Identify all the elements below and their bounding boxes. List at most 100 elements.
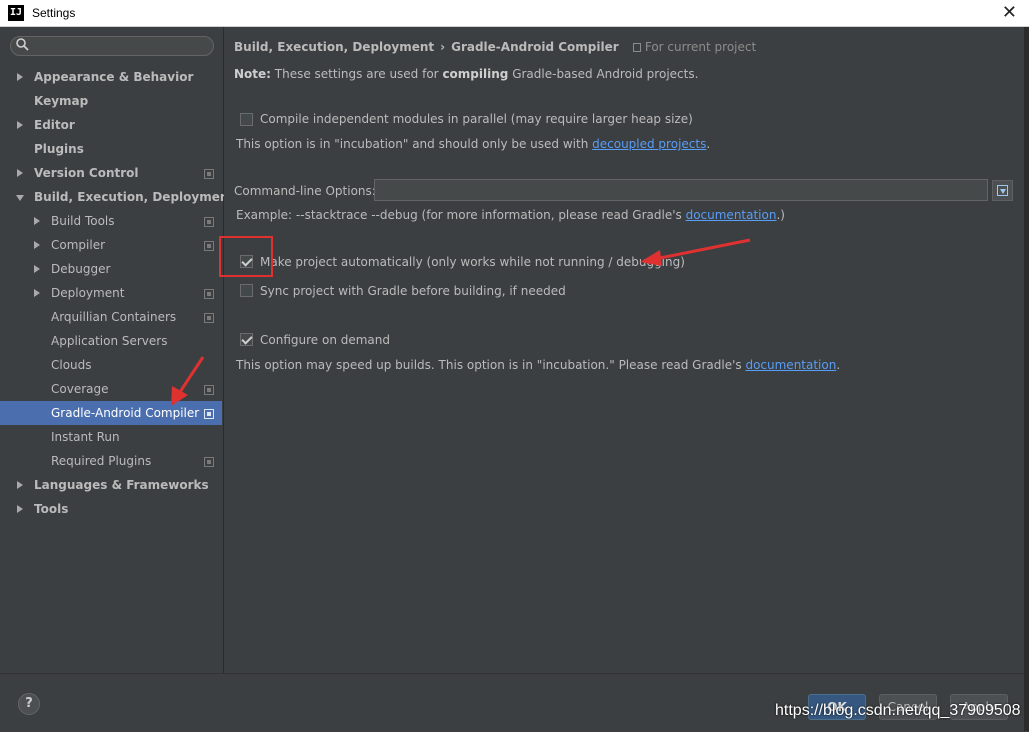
- sidebar-item-label: Deployment: [51, 286, 125, 300]
- parallel-hint: This option is in "incubation" and shoul…: [236, 137, 710, 151]
- parallel-label[interactable]: Compile independent modules in parallel …: [260, 112, 693, 126]
- sidebar-item-coverage[interactable]: Coverage: [0, 377, 222, 401]
- sync-checkbox[interactable]: [240, 284, 253, 297]
- sidebar-item-clouds[interactable]: Clouds: [0, 353, 222, 377]
- chevron-right-icon[interactable]: [34, 217, 40, 225]
- intellij-icon: IJ: [8, 5, 24, 21]
- project-scope-icon: [204, 217, 214, 227]
- project-scope-icon: [632, 43, 641, 52]
- parallel-hint-text: .: [706, 137, 711, 151]
- sidebar-item-label: Plugins: [34, 142, 84, 156]
- parallel-hint-text: This option is in "incubation" and shoul…: [236, 137, 593, 151]
- sidebar-item-label: Appearance & Behavior: [34, 70, 194, 84]
- dialog-footer: ? OK Cancel Apply https://blog.csdn.net/…: [0, 673, 1024, 732]
- search-input[interactable]: [10, 36, 214, 56]
- sidebar-item-required-plugins[interactable]: Required Plugins: [0, 449, 222, 473]
- note-text-part: Gradle-based Android projects.: [508, 67, 699, 81]
- sidebar-item-compiler[interactable]: Compiler: [0, 233, 222, 257]
- chevron-right-icon[interactable]: [34, 265, 40, 273]
- configure-label[interactable]: Configure on demand: [260, 333, 390, 347]
- watermark: https://blog.csdn.net/qq_37909508: [775, 702, 1021, 719]
- note-bold: compiling: [442, 67, 509, 81]
- sidebar-item-deployment[interactable]: Deployment: [0, 281, 222, 305]
- chevron-right-icon[interactable]: [17, 505, 23, 513]
- project-scope-icon: [204, 289, 214, 299]
- scope-label: For current project: [644, 40, 757, 54]
- cmdline-input[interactable]: [374, 179, 988, 201]
- sidebar-item-label: Instant Run: [51, 430, 120, 444]
- sidebar-item-label: Compiler: [51, 238, 106, 252]
- sidebar-item-label: Build, Execution, Deployment: [34, 190, 235, 204]
- sidebar-item-appearance-behavior[interactable]: Appearance & Behavior: [0, 65, 222, 89]
- cmdline-example-text: Example: --stacktrace --debug (for more …: [236, 208, 686, 222]
- breadcrumb-current: Gradle-Android Compiler: [451, 40, 619, 54]
- breadcrumb-parent: Build, Execution, Deployment: [234, 40, 435, 54]
- search-icon: [16, 38, 29, 51]
- background-window-edge: [1024, 27, 1029, 731]
- sidebar-item-build-execution-deployment[interactable]: Build, Execution, Deployment: [0, 185, 234, 209]
- note-text: Note: These settings are used for compil…: [234, 67, 698, 81]
- documentation-link-2[interactable]: documentation: [745, 358, 836, 372]
- chevron-right-icon[interactable]: [34, 289, 40, 297]
- sidebar-item-tools[interactable]: Tools: [0, 497, 222, 521]
- sidebar-item-instant-run[interactable]: Instant Run: [0, 425, 222, 449]
- note-text-part: These settings are used for: [270, 67, 443, 81]
- project-scope-icon: [204, 313, 214, 323]
- title-bar: IJ Settings ✕: [0, 0, 1029, 27]
- settings-content: Build, Execution, Deployment › Gradle-Andr…: [224, 27, 1024, 673]
- chevron-right-icon[interactable]: [17, 481, 23, 489]
- sidebar-item-label: Version Control: [34, 166, 139, 180]
- sidebar-item-build-tools[interactable]: Build Tools: [0, 209, 222, 233]
- chevron-right-icon[interactable]: [17, 121, 23, 129]
- documentation-link[interactable]: documentation: [686, 208, 777, 222]
- chevron-down-icon[interactable]: [16, 195, 24, 201]
- project-scope-icon: [204, 385, 214, 395]
- sidebar-item-label: Clouds: [51, 358, 92, 372]
- sidebar-item-application-servers[interactable]: Application Servers: [0, 329, 222, 353]
- sidebar-item-label: Required Plugins: [51, 454, 152, 468]
- configure-hint: This option may speed up builds. This op…: [236, 358, 840, 372]
- project-scope-icon: [204, 241, 214, 251]
- sidebar-item-label: Languages & Frameworks: [34, 478, 209, 492]
- highlight-box: [219, 236, 273, 277]
- sidebar-item-version-control[interactable]: Version Control: [0, 161, 222, 185]
- project-scope-icon: [204, 457, 214, 467]
- scope-indicator: For current project: [632, 40, 757, 54]
- sync-label[interactable]: Sync project with Gradle before building…: [260, 284, 566, 298]
- sidebar-item-keymap[interactable]: Keymap: [0, 89, 222, 113]
- parallel-checkbox[interactable]: [240, 113, 253, 126]
- sidebar-item-plugins[interactable]: Plugins: [0, 137, 222, 161]
- sidebar-item-label: Coverage: [51, 382, 109, 396]
- sidebar-item-languages-frameworks[interactable]: Languages & Frameworks: [0, 473, 222, 497]
- make-auto-label[interactable]: Make project automatically (only works w…: [260, 255, 685, 269]
- sidebar-item-label: Keymap: [34, 94, 89, 108]
- sidebar-item-arquillian-containers[interactable]: Arquillian Containers: [0, 305, 222, 329]
- sidebar-item-label: Build Tools: [51, 214, 115, 228]
- sidebar-item-debugger[interactable]: Debugger: [0, 257, 222, 281]
- cmdline-example: Example: --stacktrace --debug (for more …: [236, 208, 785, 222]
- chevron-right-icon[interactable]: [17, 73, 23, 81]
- decoupled-projects-link[interactable]: decoupled projects: [592, 137, 706, 151]
- sidebar-item-label: Tools: [34, 502, 69, 516]
- configure-hint-text: This option may speed up builds. This op…: [236, 358, 746, 372]
- configure-hint-text: .: [836, 358, 841, 372]
- help-button[interactable]: ?: [18, 693, 40, 715]
- breadcrumb-separator: ›: [440, 40, 446, 54]
- close-icon[interactable]: ✕: [1002, 2, 1017, 22]
- configure-checkbox[interactable]: [240, 333, 253, 346]
- expand-icon[interactable]: [992, 180, 1013, 201]
- chevron-right-icon[interactable]: [17, 169, 23, 177]
- cmdline-example-text: .): [776, 208, 785, 222]
- sidebar-item-label: Arquillian Containers: [51, 310, 177, 324]
- sidebar-item-gradle-android-compiler[interactable]: Gradle-Android Compiler: [0, 401, 222, 425]
- sidebar-item-label: Gradle-Android Compiler: [51, 406, 200, 420]
- sidebar-item-editor[interactable]: Editor: [0, 113, 222, 137]
- project-scope-icon: [204, 409, 214, 419]
- note-label: Note:: [234, 67, 271, 81]
- cmdline-label: Command-line Options:: [234, 184, 376, 198]
- chevron-right-icon[interactable]: [34, 241, 40, 249]
- window-title: Settings: [32, 6, 76, 20]
- settings-sidebar: Appearance & Behavior Keymap Editor Plugins…: [0, 27, 234, 673]
- sidebar-item-label: Editor: [34, 118, 75, 132]
- sidebar-item-label: Debugger: [51, 262, 111, 276]
